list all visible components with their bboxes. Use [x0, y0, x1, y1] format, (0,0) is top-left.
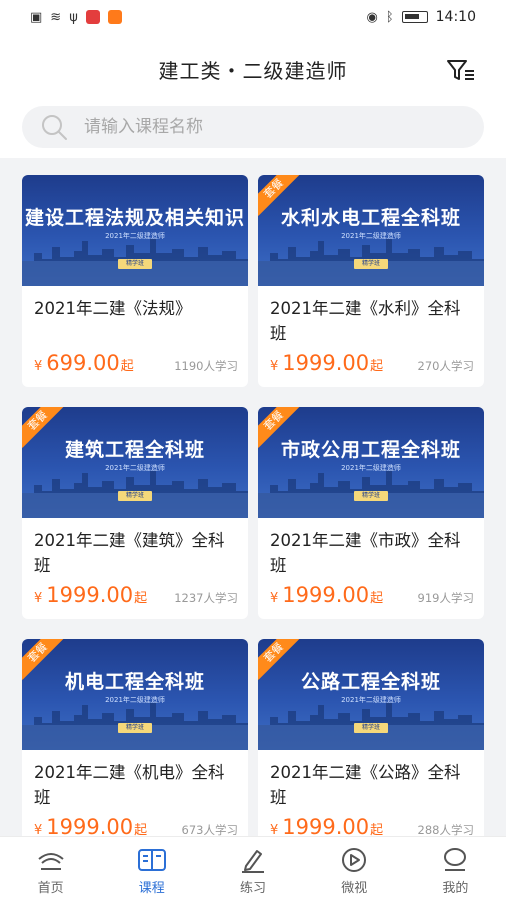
tab-home[interactable]: 首页 [0, 837, 101, 900]
tab-label: 首页 [37, 881, 64, 896]
battery-icon [401, 11, 428, 23]
banner-title: 水利水电工程全科班 [280, 207, 461, 229]
banner-subtitle: 2021年二级建造师 [105, 696, 165, 704]
banner-tag: 精学班 [118, 723, 152, 733]
course-title: 2021年二建《法规》 [34, 299, 192, 318]
price-value: 1999.00 [282, 351, 370, 375]
price-value: 1999.00 [282, 583, 370, 607]
usb-icon: ψ [69, 9, 78, 25]
learner-count: 919人学习 [417, 591, 474, 605]
bottom-tab-bar: 首页 课程 练习 微视 我的 [0, 836, 506, 900]
course-card[interactable]: 公路工程全科班 2021年二级建造师 精学班 套餐 2021年二建《公路》全科班 ¥ … [258, 639, 484, 851]
banner-subtitle: 2021年二级建造师 [341, 464, 401, 472]
course-card[interactable]: 机电工程全科班 2021年二级建造师 精学班 套餐 2021年二建《机电》全科班 ¥ … [22, 639, 248, 851]
course-footer: ¥ 699.00 起 1190人学习 [34, 351, 238, 375]
course-banner: 建筑工程全科班 2021年二级建造师 精学班 套餐 [22, 407, 248, 518]
course-footer: ¥ 1999.00 起 919人学习 [270, 583, 474, 607]
price-suffix: 起 [370, 591, 384, 606]
banner-subtitle: 2021年二级建造师 [105, 232, 165, 240]
course-price: ¥ 1999.00 起 [34, 583, 147, 607]
status-bar: ▣ ≋ ψ ◉ ᛒ 14:10 [0, 0, 506, 34]
course-title: 2021年二建《建筑》全科班 [34, 531, 225, 575]
notification-icon: ▣ [30, 9, 43, 25]
tab-label: 课程 [138, 881, 165, 896]
course-price: ¥ 699.00 起 [34, 351, 134, 375]
search-input[interactable] [84, 117, 444, 137]
video-app-icon [107, 10, 122, 24]
course-title: 2021年二建《公路》全科班 [270, 763, 461, 807]
learner-count: 270人学习 [417, 359, 474, 373]
course-card[interactable]: 建筑工程全科班 2021年二级建造师 精学班 套餐 2021年二建《建筑》全科班 ¥ … [22, 407, 248, 619]
tab-label: 微视 [341, 881, 368, 896]
course-card[interactable]: 市政公用工程全科班 2021年二级建造师 精学班 套餐 2021年二建《市政》全科班 … [258, 407, 484, 619]
course-footer: ¥ 1999.00 起 1237人学习 [34, 583, 238, 607]
banner-title: 建设工程法规及相关知识 [24, 207, 245, 229]
page-title: 建工类・二级建造师 [158, 58, 348, 83]
status-icons-right: ◉ ᛒ 14:10 [366, 9, 476, 25]
profile-icon [444, 848, 467, 871]
learner-count: 1190人学习 [174, 359, 238, 373]
course-banner: 水利水电工程全科班 2021年二级建造师 精学班 套餐 [258, 175, 484, 286]
course-banner: 公路工程全科班 2021年二级建造师 精学班 套餐 [258, 639, 484, 750]
search-icon [42, 115, 67, 140]
course-card[interactable]: 建设工程法规及相关知识 2021年二级建造师 精学班 2021年二建《法规》 ¥ 6… [22, 175, 248, 387]
banner-title: 市政公用工程全科班 [280, 439, 461, 461]
price-suffix: 起 [370, 359, 384, 374]
tab-courses[interactable]: 课程 [101, 837, 202, 900]
price-symbol: ¥ [34, 591, 43, 606]
price-symbol: ¥ [270, 591, 279, 606]
play-icon [342, 848, 367, 872]
banner-subtitle: 2021年二级建造师 [341, 232, 401, 240]
bluetooth-icon: ᛒ [385, 9, 394, 25]
course-price: ¥ 1999.00 起 [270, 583, 383, 607]
course-banner: 机电工程全科班 2021年二级建造师 精学班 套餐 [22, 639, 248, 750]
banner-title: 建筑工程全科班 [64, 439, 205, 461]
app-notification-icon [85, 10, 100, 24]
tab-profile[interactable]: 我的 [405, 837, 506, 900]
course-title: 2021年二建《市政》全科班 [270, 531, 461, 575]
banner-title: 公路工程全科班 [300, 671, 441, 693]
status-icons-left: ▣ ≋ ψ [30, 10, 122, 24]
book-icon [137, 849, 166, 871]
pen-icon [242, 850, 264, 873]
learner-count: 1237人学习 [174, 591, 238, 605]
banner-tag: 精学班 [118, 491, 152, 501]
page-header: 建工类・二级建造师 [0, 34, 506, 104]
eye-icon: ◉ [366, 9, 378, 25]
course-banner: 市政公用工程全科班 2021年二级建造师 精学班 套餐 [258, 407, 484, 518]
tab-microvideo[interactable]: 微视 [304, 837, 405, 900]
tab-practice[interactable]: 练习 [202, 837, 303, 900]
course-title: 2021年二建《机电》全科班 [34, 763, 225, 807]
banner-tag: 精学班 [118, 259, 152, 269]
banner-subtitle: 2021年二级建造师 [341, 696, 401, 704]
status-time: 14:10 [435, 9, 476, 25]
banner-tag: 精学班 [354, 259, 388, 269]
price-suffix: 起 [134, 591, 148, 606]
search-section [0, 104, 506, 158]
wifi-icon: ≋ [50, 9, 62, 25]
course-banner: 建设工程法规及相关知识 2021年二级建造师 精学班 [22, 175, 248, 286]
banner-tag: 精学班 [354, 491, 388, 501]
price-symbol: ¥ [270, 359, 279, 374]
home-icon [37, 853, 64, 870]
price-suffix: 起 [120, 359, 134, 374]
banner-tag: 精学班 [354, 723, 388, 733]
course-footer: ¥ 1999.00 起 270人学习 [270, 351, 474, 375]
price-value: 699.00 [46, 351, 120, 375]
tab-label: 我的 [442, 881, 469, 896]
price-symbol: ¥ [34, 359, 43, 374]
search-box[interactable] [22, 106, 484, 148]
price-value: 1999.00 [46, 583, 134, 607]
course-price: ¥ 1999.00 起 [270, 351, 383, 375]
course-card[interactable]: 水利水电工程全科班 2021年二级建造师 精学班 套餐 2021年二建《水利》全科班 … [258, 175, 484, 387]
banner-title: 机电工程全科班 [64, 671, 205, 693]
tab-label: 练习 [240, 881, 267, 896]
banner-subtitle: 2021年二级建造师 [105, 464, 165, 472]
filter-icon[interactable] [446, 58, 476, 82]
course-title: 2021年二建《水利》全科班 [270, 299, 461, 343]
